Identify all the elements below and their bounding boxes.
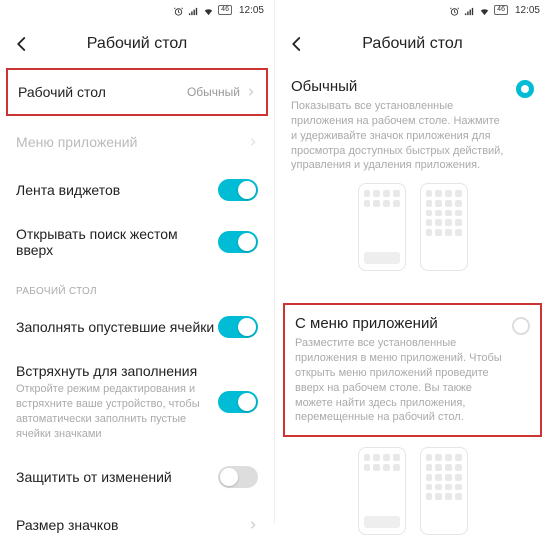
wifi-icon <box>203 6 214 17</box>
left-screen: 46 12:05 Рабочий стол Рабочий стол Обычн… <box>0 0 275 523</box>
widget-feed-toggle[interactable] <box>218 179 258 201</box>
option-classic-radio[interactable] <box>516 80 534 98</box>
home-screen-value: Обычный <box>187 85 240 99</box>
home-screen-row[interactable]: Рабочий стол Обычный <box>6 68 268 116</box>
shake-row[interactable]: Встряхнуть для заполнения Откройте режим… <box>0 351 274 453</box>
lock-layout-row[interactable]: Защитить от изменений <box>0 453 274 501</box>
swipe-search-row[interactable]: Открывать поиск жестом вверх <box>0 214 274 270</box>
app-menu-row: Меню приложений <box>0 118 274 166</box>
network-badge: 46 <box>218 5 232 15</box>
chevron-right-icon <box>246 87 256 97</box>
widget-feed-label: Лента виджетов <box>16 182 120 198</box>
signal-icon <box>464 6 475 17</box>
lock-layout-label: Защитить от изменений <box>16 469 172 485</box>
chevron-right-icon <box>248 520 258 530</box>
page-title: Рабочий стол <box>275 35 550 53</box>
classic-mockup <box>291 173 534 285</box>
swipe-search-label: Открывать поиск жестом вверх <box>16 226 186 258</box>
network-badge: 46 <box>494 5 508 15</box>
option-classic-title: Обычный <box>291 78 506 95</box>
option-app-drawer-radio[interactable] <box>512 317 530 335</box>
page-title: Рабочий стол <box>0 35 274 53</box>
icon-size-row[interactable]: Размер значков <box>0 501 274 549</box>
status-bar: 46 12:05 <box>275 0 550 22</box>
status-bar: 46 12:05 <box>0 0 274 22</box>
fill-empty-label: Заполнять опустевшие ячейки <box>16 319 214 335</box>
swipe-search-toggle[interactable] <box>218 231 258 253</box>
fill-empty-row[interactable]: Заполнять опустевшие ячейки <box>0 303 274 351</box>
alarm-icon <box>173 6 184 17</box>
option-classic[interactable]: Обычный Показывать все установленные при… <box>275 66 550 297</box>
status-time: 12:05 <box>515 5 540 16</box>
right-screen: 46 12:05 Рабочий стол Обычный Показывать… <box>275 0 550 523</box>
status-time: 12:05 <box>239 5 264 16</box>
home-screen-label: Рабочий стол <box>18 84 106 100</box>
option-app-drawer-title: С меню приложений <box>295 315 502 332</box>
section-header: РАБОЧИЙ СТОЛ <box>0 270 274 303</box>
app-drawer-mockup <box>275 443 550 549</box>
option-app-drawer-desc: Разместите все установленные приложения … <box>295 336 502 425</box>
signal-icon <box>188 6 199 17</box>
icon-size-label: Размер значков <box>16 517 118 533</box>
option-app-drawer[interactable]: С меню приложений Разместите все установ… <box>283 303 542 437</box>
header: Рабочий стол <box>0 22 274 66</box>
shake-desc: Откройте режим редактирования и встряхни… <box>16 382 208 441</box>
option-classic-desc: Показывать все установленные приложения … <box>291 99 506 173</box>
shake-toggle[interactable] <box>218 391 258 413</box>
lock-layout-toggle[interactable] <box>218 466 258 488</box>
fill-empty-toggle[interactable] <box>218 316 258 338</box>
header: Рабочий стол <box>275 22 550 66</box>
shake-label: Встряхнуть для заполнения <box>16 363 208 379</box>
wifi-icon <box>479 6 490 17</box>
alarm-icon <box>449 6 460 17</box>
widget-feed-row[interactable]: Лента виджетов <box>0 166 274 214</box>
chevron-right-icon <box>248 137 258 147</box>
app-menu-label: Меню приложений <box>16 134 137 150</box>
